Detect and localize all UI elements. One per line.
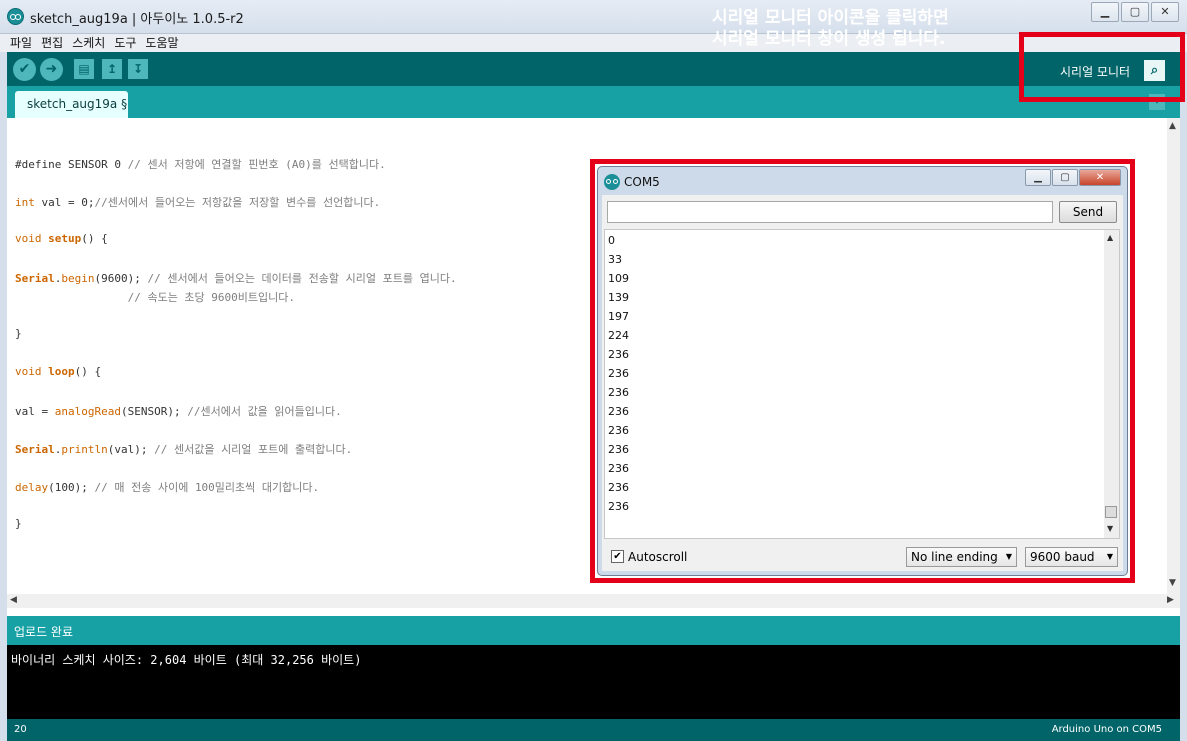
close-button[interactable]: ✕: [1151, 2, 1179, 22]
open-sketch-icon[interactable]: ↥: [102, 59, 122, 79]
code-token: // 센서에서 들어오는 데이터를 전송할 시리얼 포트를 엽니다.: [147, 272, 457, 285]
code-token: (val);: [107, 443, 155, 456]
code-token: Serial: [15, 272, 55, 285]
status-bar: 업로드 완료: [7, 616, 1180, 645]
code-token: void: [15, 232, 42, 245]
code-token: val =: [15, 405, 55, 418]
code-token: }: [15, 517, 22, 530]
code-line: Serial.begin(9600); // 센서에서 들어오는 데이터를 전송…: [15, 270, 457, 286]
highlight-serial-monitor-window: [590, 159, 1135, 583]
code-token: #define SENSOR 0: [15, 158, 128, 171]
editor-console-divider[interactable]: [7, 608, 1180, 616]
maximize-button[interactable]: ▢: [1121, 2, 1149, 22]
console-output: 바이너리 스케치 사이즈: 2,604 바이트 (최대 32,256 바이트): [7, 645, 1180, 719]
menu-file[interactable]: 파일: [10, 34, 32, 52]
code-line: void setup() {: [15, 232, 108, 245]
board-port: Arduino Uno on COM5: [1051, 724, 1162, 735]
code-token: void: [15, 365, 42, 378]
footer-bar: 20 Arduino Uno on COM5: [7, 719, 1180, 741]
code-token: analogRead: [54, 405, 121, 418]
code-token: // 속도는 초당 9600비트입니다.: [15, 291, 296, 304]
editor-vertical-scrollbar[interactable]: ▲ ▼: [1167, 118, 1180, 594]
annotation-text: 시리얼 모니터 아이콘을 클릭하면 시리얼 모니터 창이 생성 됩니다.: [712, 8, 1012, 50]
code-token: loop: [48, 365, 75, 378]
scroll-up-icon[interactable]: ▲: [1169, 121, 1176, 131]
code-line: Serial.println(val); // 센서값을 시리얼 포트에 출력합…: [15, 441, 352, 457]
arduino-app-icon: [7, 8, 24, 25]
menu-tools[interactable]: 도구: [114, 34, 136, 52]
annotation-line-2: 시리얼 모니터 창이 생성 됩니다.: [712, 29, 946, 49]
scroll-right-icon[interactable]: ▶: [1167, 595, 1174, 605]
code-token: // 센서값을 시리얼 포트에 출력합니다.: [154, 443, 353, 456]
code-token: begin: [61, 272, 95, 285]
line-number: 20: [14, 724, 27, 735]
tab-row: sketch_aug19a § ▾: [7, 86, 1180, 118]
code-token: }: [15, 327, 22, 340]
window-frame-right: [1180, 52, 1187, 741]
code-line: val = analogRead(SENSOR); //센서에서 값을 읽어들입…: [15, 403, 342, 419]
window-frame-left: [0, 52, 7, 741]
code-line: #define SENSOR 0 // 센서 저항에 연결할 핀번호 (A0)를…: [15, 156, 386, 172]
code-token: val = 0;: [34, 196, 95, 209]
verify-icon[interactable]: ✔: [13, 58, 36, 81]
code-line: // 속도는 초당 9600비트입니다.: [15, 289, 295, 305]
code-line: }: [15, 517, 22, 530]
code-token: // 센서 저항에 연결할 핀번호 (A0)를 선택합니다.: [127, 158, 386, 171]
new-sketch-icon[interactable]: ▤: [74, 59, 94, 79]
editor-horizontal-scrollbar[interactable]: ◀ ▶: [7, 594, 1180, 608]
code-token: (SENSOR);: [120, 405, 188, 418]
code-token: () {: [74, 365, 102, 378]
code-token: // 매 전송 사이에 100밀리초씩 대기합니다.: [94, 481, 320, 494]
scroll-left-icon[interactable]: ◀: [10, 595, 17, 605]
code-token: //센서에서 값을 읽어들입니다.: [187, 405, 342, 418]
code-token: int: [15, 196, 35, 209]
annotation-line-1: 시리얼 모니터 아이콘을 클릭하면: [712, 8, 949, 28]
code-line: void loop() {: [15, 365, 101, 378]
code-token: (9600);: [94, 272, 148, 285]
window-title: sketch_aug19a | 아두이노 1.0.5-r2: [30, 12, 244, 27]
code-token: Serial: [15, 443, 55, 456]
code-token: (100);: [48, 481, 95, 494]
minimize-button[interactable]: ▁: [1091, 2, 1119, 22]
code-line: delay(100); // 매 전송 사이에 100밀리초씩 대기합니다.: [15, 479, 319, 495]
upload-icon[interactable]: ➜: [40, 58, 63, 81]
save-sketch-icon[interactable]: ↧: [128, 59, 148, 79]
code-line: }: [15, 327, 22, 340]
menu-help[interactable]: 도움말: [145, 34, 178, 52]
toolbar: ✔ ➜ ▤ ↥ ↧ 시리얼 모니터 ⌕: [7, 52, 1180, 86]
code-token: setup: [48, 232, 82, 245]
highlight-serial-monitor-button: [1019, 32, 1185, 102]
menu-edit[interactable]: 편집: [41, 34, 63, 52]
status-message: 업로드 완료: [14, 625, 74, 639]
menu-sketch[interactable]: 스케치: [72, 34, 105, 52]
code-token: delay: [15, 481, 49, 494]
code-token: println: [61, 443, 108, 456]
console-text: 바이너리 스케치 사이즈: 2,604 바이트 (최대 32,256 바이트): [11, 653, 362, 667]
code-token: () {: [81, 232, 108, 245]
window-controls: ▁ ▢ ✕: [1091, 2, 1179, 22]
code-line: int val = 0;//센서에서 들어오는 저항값을 저장할 변수를 선언합…: [15, 194, 380, 210]
scroll-down-icon[interactable]: ▼: [1169, 578, 1176, 588]
code-token: //센서에서 들어오는 저항값을 저장할 변수를 선언합니다.: [94, 196, 381, 209]
tab-sketch[interactable]: sketch_aug19a §: [15, 91, 128, 118]
